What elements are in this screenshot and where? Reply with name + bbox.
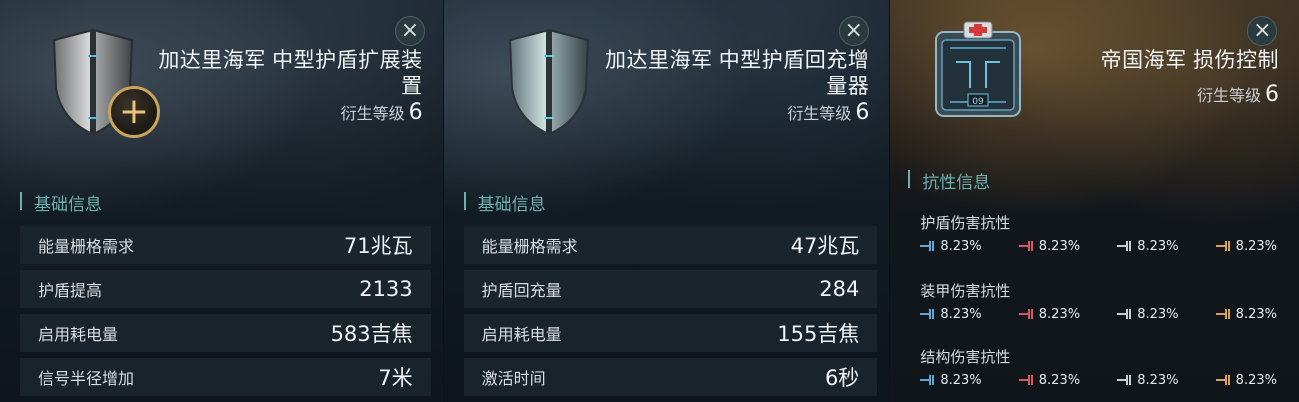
attribute-list: 能量栅格需求 47兆瓦 护盾回充量 284 启用耗电量 155吉焦 激活时间 6秒 [463, 226, 878, 402]
resist-block-structure: 结构伤害抗性 8.23% 8.23% 8.23% 8.23% [910, 346, 1287, 392]
module-panel-1: + × 加达里海军 中型护盾扩展装置 衍生等级 6 基础信息 能量栅格需求 71兆瓦… [0, 0, 443, 402]
module-title: 加达里海军 中型护盾回充增量器 [604, 49, 870, 98]
resist-value: 8.23% [1137, 306, 1179, 322]
resist-values: 8.23% 8.23% 8.23% 8.23% [910, 368, 1287, 392]
section-title: 基础信息 [20, 190, 102, 215]
thermal-damage-icon [1018, 240, 1035, 252]
resist-values: 8.23% 8.23% 8.23% 8.23% [910, 302, 1287, 326]
resist-block-shield: 护盾伤害抗性 8.23% 8.23% 8.23% 8.23% [910, 212, 1287, 258]
tech-level: 衍生等级 6 [1197, 82, 1279, 107]
attribute-value: 2133 [359, 277, 413, 301]
attribute-value: 6秒 [824, 366, 860, 390]
resist-kinetic: 8.23% [1117, 238, 1179, 254]
resist-value: 8.23% [1235, 372, 1277, 388]
module-panel-3: 09 × 帝国海军 损伤控制 衍生等级 6 抗性信息 护盾伤害抗性 8.23% 8… [890, 0, 1299, 402]
attribute-value: 71兆瓦 [343, 234, 413, 258]
resist-explosive: 8.23% [1215, 238, 1277, 254]
attribute-label: 护盾提高 [38, 281, 103, 300]
attribute-list: 能量栅格需求 71兆瓦 护盾提高 2133 启用耗电量 583吉焦 信号半径增加 7米 [20, 226, 431, 402]
module-panel-2: × 加达里海军 中型护盾回充增量器 衍生等级 6 基础信息 能量栅格需求 47兆瓦 … [443, 0, 890, 402]
resist-em: 8.23% [920, 372, 982, 388]
resist-value: 8.23% [1038, 306, 1081, 322]
kinetic-damage-icon [1117, 308, 1133, 320]
resist-value: 8.23% [1137, 372, 1179, 388]
resist-explosive: 8.23% [1215, 306, 1277, 322]
attribute-value: 583吉焦 [330, 322, 413, 346]
close-button[interactable]: × [838, 16, 869, 46]
attribute-value: 155吉焦 [777, 322, 860, 346]
resist-thermal: 8.23% [1018, 238, 1081, 254]
resist-kinetic: 8.23% [1117, 372, 1179, 388]
resist-value: 8.23% [940, 238, 982, 254]
resist-thermal: 8.23% [1018, 306, 1081, 322]
thermal-damage-icon [1018, 308, 1035, 320]
attribute-label: 护盾回充量 [481, 281, 562, 300]
attribute-label: 能量栅格需求 [38, 237, 135, 256]
explosive-damage-icon [1215, 240, 1232, 252]
resist-title: 结构伤害抗性 [920, 348, 1011, 366]
resist-value: 8.23% [1137, 238, 1179, 254]
resist-value: 8.23% [1235, 306, 1277, 322]
resist-thermal: 8.23% [1018, 372, 1081, 388]
resist-explosive: 8.23% [1215, 372, 1277, 388]
resist-value: 8.23% [940, 372, 982, 388]
attribute-value: 284 [819, 277, 860, 301]
attribute-value: 7米 [378, 366, 413, 390]
resist-kinetic: 8.23% [1117, 306, 1179, 322]
resist-em: 8.23% [920, 238, 982, 254]
attribute-label: 启用耗电量 [38, 325, 119, 344]
resist-value: 8.23% [1038, 372, 1081, 388]
resist-title: 护盾伤害抗性 [920, 214, 1011, 232]
resist-values: 8.23% 8.23% 8.23% 8.23% [910, 234, 1287, 258]
close-icon: × [1253, 18, 1272, 43]
attribute-row: 信号半径增加 7米 [20, 358, 431, 396]
explosive-damage-icon [1215, 308, 1232, 320]
thermal-damage-icon [1018, 374, 1035, 386]
resist-value: 8.23% [940, 306, 982, 322]
attribute-row: 启用耗电量 155吉焦 [463, 314, 878, 352]
attribute-value: 47兆瓦 [790, 234, 860, 258]
tech-level-value: 6 [855, 100, 870, 125]
attribute-row: 激活时间 6秒 [463, 358, 878, 396]
resist-value: 8.23% [1235, 238, 1277, 254]
attribute-row: 护盾提高 2133 [20, 270, 431, 308]
module-title: 加达里海军 中型护盾扩展装置 [158, 49, 423, 98]
em-damage-icon [920, 308, 936, 320]
tech-level-value: 6 [1265, 82, 1279, 107]
attribute-label: 信号半径增加 [38, 369, 135, 388]
attribute-row: 启用耗电量 583吉焦 [20, 314, 431, 352]
resist-value: 8.23% [1038, 238, 1081, 254]
em-damage-icon [920, 374, 936, 386]
module-title: 帝国海军 损伤控制 [1100, 49, 1279, 72]
attribute-label: 启用耗电量 [481, 325, 562, 344]
box-label: 09 [973, 97, 985, 107]
close-icon: × [844, 18, 863, 43]
tech-level: 衍生等级 6 [341, 100, 423, 125]
damage-control-icon: 09 [935, 21, 1022, 117]
resist-block-armor: 装甲伤害抗性 8.23% 8.23% 8.23% 8.23% [910, 280, 1287, 326]
section-title: 抗性信息 [908, 168, 990, 193]
kinetic-damage-icon [1117, 374, 1133, 386]
tech-level-label: 衍生等级 [787, 104, 852, 123]
tech-level: 衍生等级 6 [787, 100, 869, 125]
kinetic-damage-icon [1117, 240, 1133, 252]
attribute-row: 能量栅格需求 47兆瓦 [463, 226, 878, 264]
shield-recharger-icon [508, 28, 589, 136]
close-icon: × [400, 18, 420, 43]
attribute-row: 能量栅格需求 71兆瓦 [20, 226, 431, 264]
explosive-damage-icon [1215, 374, 1232, 386]
attribute-row: 护盾回充量 284 [463, 270, 878, 308]
tech-level-value: 6 [408, 100, 423, 125]
section-title: 基础信息 [463, 190, 546, 215]
attribute-label: 激活时间 [481, 369, 546, 388]
resist-em: 8.23% [920, 306, 982, 322]
tech-level-label: 衍生等级 [1196, 86, 1261, 105]
tech-level-label: 衍生等级 [340, 104, 405, 123]
em-damage-icon [920, 240, 936, 252]
resist-title: 装甲伤害抗性 [920, 282, 1011, 300]
attribute-label: 能量栅格需求 [481, 237, 578, 256]
close-button[interactable]: × [395, 16, 425, 46]
close-button[interactable]: × [1247, 16, 1278, 46]
